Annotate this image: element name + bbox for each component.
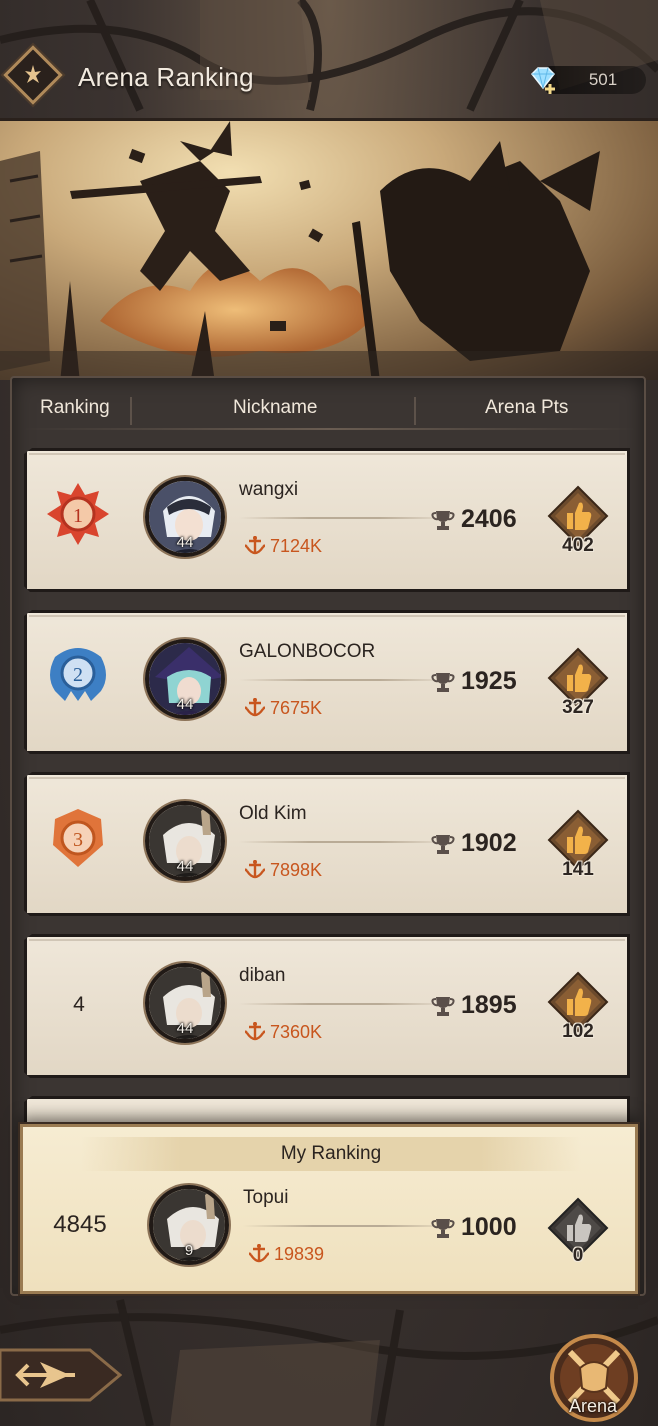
arena-points-value: 1925 [461, 667, 517, 695]
column-ranking: Ranking [40, 397, 110, 418]
player-nickname: Old Kim [239, 803, 307, 824]
combat-power-value: 19839 [274, 1243, 325, 1264]
avatar[interactable]: 44 [145, 477, 225, 557]
rank-gold-badge-icon: 1 [47, 483, 109, 545]
row-decoration [29, 453, 625, 463]
my-avatar[interactable]: 9 [149, 1185, 229, 1265]
my-nickname: Topui [243, 1187, 289, 1208]
like-count: 102 [562, 1021, 594, 1042]
power-anchor-icon [249, 1244, 269, 1263]
arena-points-value: 1000 [461, 1213, 517, 1241]
avatar-level: 44 [176, 696, 194, 713]
avatar[interactable]: 44 [145, 639, 225, 719]
combat-power-value: 7124K [270, 535, 323, 556]
bottom-bar: Arena [0, 1334, 658, 1426]
row-decoration [29, 615, 625, 625]
rank-silver-badge-icon: 2 [50, 648, 106, 701]
combat-power: 7124K [245, 535, 322, 557]
arena-points: 1925 [431, 667, 517, 696]
trophy-icon [431, 672, 455, 692]
table-row[interactable]: 3 44 Old Kim 7898K 1902 141 [24, 772, 630, 916]
row-decoration [29, 939, 625, 949]
player-nickname: GALONBOCOR [239, 641, 376, 662]
avatar[interactable]: 44 [145, 963, 225, 1043]
table-header: Ranking Nickname Arena Pts [0, 385, 658, 429]
column-arena-pts: Arena Pts [485, 397, 569, 418]
my-rank-number: 4845 [53, 1211, 107, 1238]
player-nickname: diban [239, 965, 286, 986]
my-like-count: 0 [572, 1245, 584, 1266]
power-anchor-icon [245, 698, 265, 717]
avatar[interactable]: 44 [145, 801, 225, 881]
table-row[interactable]: 1 44 wangxi 7124K 2406 402 [24, 448, 630, 592]
rank-bronze-badge-icon: 3 [53, 809, 103, 867]
nickname-underline [239, 841, 449, 843]
page-title: Arena Ranking [78, 62, 254, 92]
trophy-icon [431, 1218, 455, 1238]
column-divider [130, 397, 132, 425]
rank-number: 2 [73, 664, 83, 686]
power-anchor-icon [245, 1022, 265, 1041]
header-divider [22, 428, 636, 430]
power-anchor-icon [245, 860, 265, 879]
nickname-underline [243, 1225, 453, 1227]
column-divider [414, 397, 416, 425]
nickname-underline [239, 679, 449, 681]
my-combat-power: 19839 [249, 1243, 324, 1265]
my-ranking-panel: My Ranking 4845 9 Topui 19839 1000 0 [20, 1124, 638, 1294]
table-row[interactable]: 2 44 GALONBOCOR 7675K 1925 327 [24, 610, 630, 754]
nickname-underline [239, 517, 449, 519]
avatar-level: 9 [184, 1242, 194, 1259]
arena-label: Arena [568, 1396, 618, 1416]
column-nickname: Nickname [233, 397, 318, 418]
arena-points: 1902 [431, 829, 517, 858]
like-count: 402 [562, 535, 594, 556]
combat-power-value: 7898K [270, 859, 323, 880]
my-ranking-title: My Ranking [81, 1137, 581, 1171]
trophy-icon [431, 996, 455, 1016]
trophy-icon [431, 834, 455, 854]
avatar-level: 44 [176, 1020, 194, 1037]
rank-number: 3 [73, 829, 83, 851]
player-nickname: wangxi [239, 479, 299, 500]
diamond-plus-icon[interactable] [528, 64, 558, 94]
arena-points-value: 1895 [461, 991, 517, 1019]
avatar-level: 44 [176, 534, 194, 551]
power-anchor-icon [245, 536, 265, 555]
row-decoration [29, 777, 625, 787]
arena-emblem-icon [3, 45, 63, 105]
combat-power: 7675K [245, 697, 322, 719]
combat-power-value: 7675K [270, 697, 323, 718]
rank-number: 1 [73, 505, 83, 527]
back-arrow-icon[interactable] [0, 1340, 122, 1410]
table-row[interactable]: 4 44 diban 7360K 1895 102 [24, 934, 630, 1078]
nickname-underline [239, 1003, 449, 1005]
trophy-icon [431, 510, 455, 530]
combat-power: 7898K [245, 859, 322, 881]
arena-banner-art [0, 118, 658, 380]
diamond-currency[interactable]: 501 [528, 64, 646, 96]
arena-points-value: 1902 [461, 829, 517, 857]
combat-power: 7360K [245, 1021, 322, 1043]
my-arena-points: 1000 [431, 1213, 517, 1242]
top-bar: Arena Ranking 501 [0, 44, 658, 116]
currency-amount: 501 [588, 70, 618, 89]
avatar-level: 44 [176, 858, 194, 875]
combat-power-value: 7360K [270, 1021, 323, 1042]
arena-points: 1895 [431, 991, 517, 1020]
rank-number: 4 [73, 993, 85, 1016]
arena-points-value: 2406 [461, 505, 517, 533]
like-count: 141 [562, 859, 594, 880]
arena-points: 2406 [431, 505, 517, 534]
like-count: 327 [562, 697, 594, 718]
